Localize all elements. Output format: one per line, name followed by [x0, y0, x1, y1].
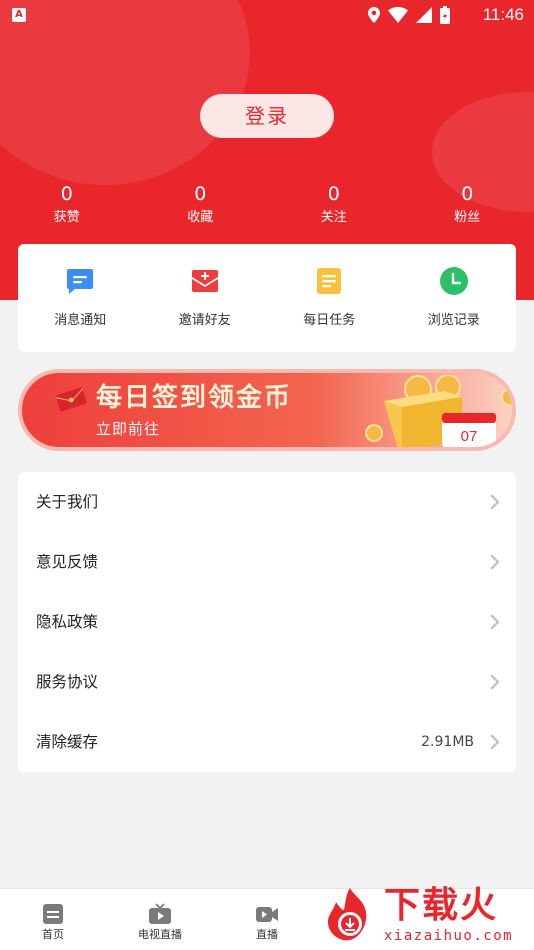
- stat-favorites[interactable]: 0 收藏: [134, 182, 268, 228]
- action-daily-task[interactable]: 每日任务: [267, 244, 392, 352]
- profile-stats: 0 获赞 0 收藏 0 关注 0 粉丝: [0, 182, 534, 228]
- stat-value: 0: [327, 183, 340, 205]
- action-label: 浏览记录: [427, 313, 480, 328]
- clock-history-icon: [439, 267, 468, 295]
- flame-logo-icon: [328, 888, 367, 941]
- signal-icon: [416, 7, 432, 23]
- action-invite-friends[interactable]: 邀请好友: [143, 244, 268, 352]
- nav-tv-live[interactable]: 电视直播: [105, 889, 215, 950]
- action-label: 消息通知: [54, 313, 107, 328]
- watermark-text: 下载火: [384, 885, 499, 926]
- action-message-notification[interactable]: 消息通知: [18, 244, 143, 352]
- chevron-right-icon: [490, 734, 500, 750]
- stat-label: 获赞: [53, 210, 80, 225]
- stat-following[interactable]: 0 关注: [267, 182, 401, 228]
- nav-label: 首页: [42, 928, 64, 941]
- stat-value: 0: [194, 183, 207, 205]
- settings-item-label: 清除缓存: [36, 733, 99, 751]
- stat-label: 收藏: [187, 210, 214, 225]
- settings-item-label: 服务协议: [36, 673, 99, 691]
- stat-label: 粉丝: [454, 210, 481, 225]
- stat-label: 关注: [320, 210, 347, 225]
- chevron-right-icon: [490, 674, 500, 690]
- settings-item-about-us[interactable]: 关于我们: [18, 472, 516, 532]
- stat-likes[interactable]: 0 获赞: [0, 182, 134, 228]
- settings-item-clear-cache[interactable]: 清除缓存 2.91MB: [18, 712, 516, 772]
- action-label: 每日任务: [303, 313, 356, 328]
- cache-size: 2.91MB: [421, 734, 474, 750]
- settings-item-label: 关于我们: [36, 493, 99, 511]
- nav-home[interactable]: 首页: [0, 889, 108, 950]
- daily-checkin-banner[interactable]: 每日签到领金币 立即前往 07: [18, 369, 516, 451]
- nav-label: 直播: [256, 928, 278, 941]
- banner-subtitle: 立即前往: [96, 420, 161, 438]
- watermark: 下载火 xiazaihuo.com: [318, 880, 534, 950]
- banner-title: 每日签到领金币: [96, 383, 293, 413]
- quick-actions-card: 消息通知 邀请好友 每日任务 浏览记录: [18, 244, 516, 352]
- red-envelope-icon: [55, 387, 87, 411]
- calendar-day: 07: [461, 428, 478, 445]
- action-label: 邀请好友: [178, 313, 231, 328]
- battery-icon: [440, 6, 450, 24]
- stat-value: 0: [461, 183, 474, 205]
- settings-item-service-agreement[interactable]: 服务协议: [18, 652, 516, 712]
- home-icon: [43, 904, 63, 924]
- settings-item-label: 意见反馈: [36, 553, 99, 571]
- gold-coin-box-icon: 07: [365, 375, 512, 447]
- settings-list: 关于我们 意见反馈 隐私政策 服务协议 清除缓存 2.91MB: [18, 472, 516, 772]
- stat-value: 0: [60, 183, 73, 205]
- invite-envelope-icon: [191, 270, 219, 292]
- nav-live[interactable]: 直播: [212, 889, 322, 950]
- notification-badge: A: [12, 8, 26, 22]
- message-icon: [67, 269, 94, 294]
- nav-label: 电视直播: [138, 928, 182, 941]
- chevron-right-icon: [490, 494, 500, 510]
- settings-item-label: 隐私政策: [36, 613, 99, 631]
- chevron-right-icon: [490, 614, 500, 630]
- clock: 11:46: [482, 5, 524, 24]
- login-button[interactable]: 登录: [200, 94, 334, 138]
- status-bar: A 11:46: [0, 0, 534, 30]
- wifi-icon: [388, 7, 408, 23]
- action-browse-history[interactable]: 浏览记录: [392, 244, 517, 352]
- video-camera-icon: [256, 907, 278, 922]
- task-list-icon: [317, 268, 342, 294]
- watermark-url: xiazaihuo.com: [384, 928, 514, 944]
- chevron-right-icon: [490, 554, 500, 570]
- tv-icon: [149, 903, 171, 924]
- settings-item-feedback[interactable]: 意见反馈: [18, 532, 516, 592]
- settings-item-privacy-policy[interactable]: 隐私政策: [18, 592, 516, 652]
- stat-fans[interactable]: 0 粉丝: [401, 182, 534, 228]
- location-icon: [368, 7, 380, 23]
